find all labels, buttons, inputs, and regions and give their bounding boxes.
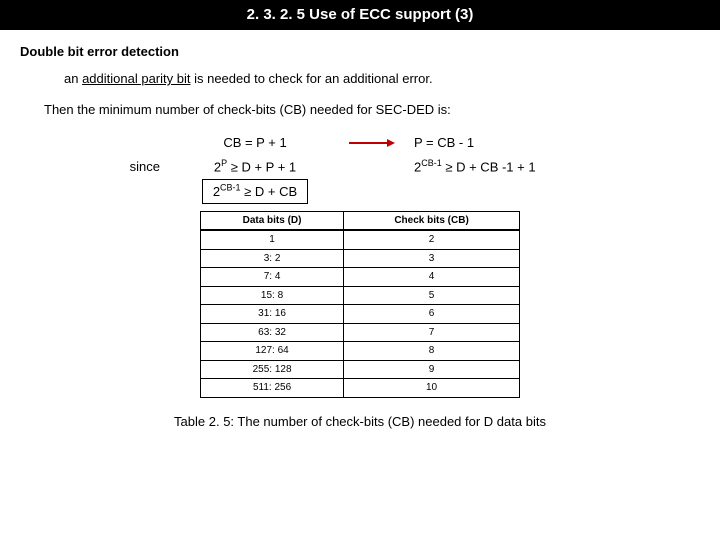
- eq-final-sup: CB-1: [220, 182, 241, 192]
- cell: 5: [344, 286, 520, 305]
- equation-row-1: CB = P + 1 P = CB - 1: [20, 135, 700, 150]
- table-header-row: Data bits (D) Check bits (CB): [201, 211, 520, 230]
- equation-row-2: since 2P ≥ D + P + 1 2CB-1 ≥ D + CB -1 +…: [20, 158, 700, 174]
- eq2-right-rest: ≥ D + CB -1 + 1: [442, 159, 536, 174]
- cell: 3: 2: [201, 249, 344, 268]
- cell: 1: [201, 230, 344, 249]
- section-subhead: Double bit error detection: [20, 44, 700, 59]
- paragraph-1: an additional parity bit is needed to ch…: [64, 71, 700, 86]
- cell: 15: 8: [201, 286, 344, 305]
- eq2-left-rest: ≥ D + P + 1: [227, 159, 296, 174]
- table-wrap: Data bits (D) Check bits (CB) 12 3: 23 7…: [20, 211, 700, 398]
- eq-final-box: 2CB-1 ≥ D + CB: [202, 179, 308, 204]
- cell: 63: 32: [201, 323, 344, 342]
- table-row: 255: 1289: [201, 360, 520, 379]
- eq2-left-base: 2: [214, 159, 221, 174]
- eq1-right: P = CB - 1: [404, 135, 474, 150]
- table-row: 511: 25610: [201, 379, 520, 398]
- table-caption: Table 2. 5: The number of check-bits (CB…: [20, 414, 700, 429]
- cell: 511: 256: [201, 379, 344, 398]
- eq-final-rest: ≥ D + CB: [241, 184, 298, 199]
- para1-pre: an: [64, 71, 82, 86]
- table-row: 15: 85: [201, 286, 520, 305]
- table-row: 127: 648: [201, 342, 520, 361]
- cell: 3: [344, 249, 520, 268]
- page-title-bar: 2. 3. 2. 5 Use of ECC support (3): [0, 0, 720, 30]
- eq2-right: 2CB-1 ≥ D + CB -1 + 1: [404, 158, 536, 174]
- table-row: 3: 23: [201, 249, 520, 268]
- cell: 127: 64: [201, 342, 344, 361]
- table-row: 31: 166: [201, 305, 520, 324]
- cell: 6: [344, 305, 520, 324]
- table-row: 63: 327: [201, 323, 520, 342]
- cell: 2: [344, 230, 520, 249]
- since-label: since: [110, 159, 170, 174]
- para1-post: is needed to check for an additional err…: [190, 71, 432, 86]
- th-check-bits: Check bits (CB): [344, 211, 520, 230]
- cell: 7: [344, 323, 520, 342]
- eq2-left: 2P ≥ D + P + 1: [170, 158, 340, 174]
- arrow-icon: [340, 138, 404, 148]
- equation-row-final: 2CB-1 ≥ D + CB: [20, 182, 700, 198]
- table-body: 12 3: 23 7: 44 15: 85 31: 166 63: 327 12…: [201, 230, 520, 397]
- para1-underline: additional parity bit: [82, 71, 190, 86]
- th-data-bits: Data bits (D): [201, 211, 344, 230]
- eq-final-wrap: 2CB-1 ≥ D + CB: [170, 182, 340, 198]
- eq-final-base: 2: [213, 184, 220, 199]
- eq1-left: CB = P + 1: [170, 135, 340, 150]
- content: Double bit error detection an additional…: [0, 30, 720, 429]
- table-row: 7: 44: [201, 268, 520, 287]
- cell: 8: [344, 342, 520, 361]
- cell: 10: [344, 379, 520, 398]
- cell: 7: 4: [201, 268, 344, 287]
- paragraph-2: Then the minimum number of check-bits (C…: [44, 102, 700, 117]
- cell: 31: 16: [201, 305, 344, 324]
- eq2-right-sup: CB-1: [421, 158, 442, 168]
- page-title: 2. 3. 2. 5 Use of ECC support (3): [247, 6, 474, 23]
- table-row: 12: [201, 230, 520, 249]
- cb-table: Data bits (D) Check bits (CB) 12 3: 23 7…: [200, 211, 520, 398]
- cell: 255: 128: [201, 360, 344, 379]
- cell: 9: [344, 360, 520, 379]
- cell: 4: [344, 268, 520, 287]
